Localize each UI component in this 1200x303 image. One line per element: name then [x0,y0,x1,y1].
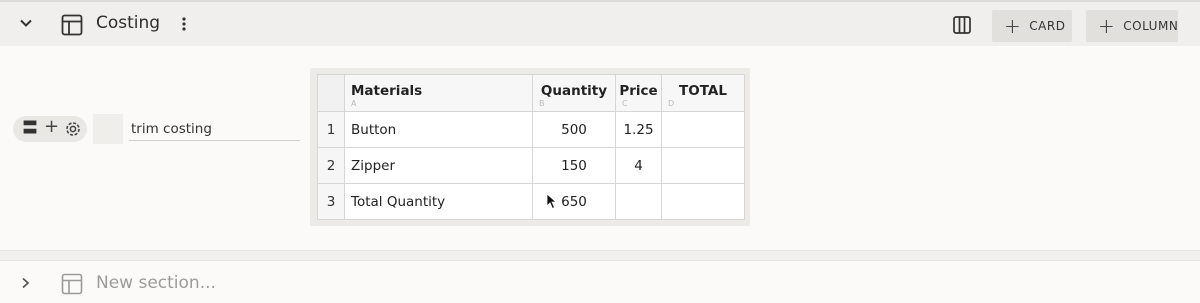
cell-a2[interactable]: Zipper [344,147,533,184]
card-toolbar: 〓 + [13,116,87,142]
column-letter: D [668,99,675,108]
column-label: Materials [351,83,423,99]
cell-b1[interactable]: 500 [532,111,616,148]
spreadsheet-card: Materials A Quantity B Price C TOTAL D 1 [310,68,750,226]
section-header: Costing + CARD + COLUMN [0,0,1200,46]
cell-c3[interactable] [615,183,662,220]
card-name-input[interactable] [129,118,300,141]
drag-handle-icon[interactable]: 〓 [22,120,38,136]
table-icon [61,273,83,295]
chevron-right-icon[interactable] [19,276,31,290]
chevron-down-icon[interactable] [18,15,34,31]
section-divider [0,250,1200,260]
cell-a3[interactable]: Total Quantity [344,183,533,220]
more-options-icon[interactable] [178,16,190,32]
column-label: Price [619,83,658,99]
cell-d2[interactable] [661,147,745,184]
add-card-label: CARD [1029,19,1066,33]
section-title[interactable]: Costing [96,13,160,33]
column-label: TOTAL [679,83,727,99]
row-number[interactable]: 1 [317,111,345,148]
add-card-button[interactable]: + CARD [992,10,1072,42]
corner-cell[interactable] [317,74,345,112]
row-number[interactable]: 2 [317,147,345,184]
column-letter: C [622,99,628,108]
cell-d3[interactable] [661,183,745,220]
cell-c1[interactable]: 1.25 [615,111,662,148]
gear-icon[interactable] [64,120,82,138]
column-header-b[interactable]: Quantity B [532,74,616,112]
column-label: Quantity [540,83,608,99]
cell-b3[interactable]: 650 [532,183,616,220]
cell-d1[interactable] [661,111,745,148]
new-section-row[interactable]: New section... [0,260,1200,303]
spreadsheet: Materials A Quantity B Price C TOTAL D 1 [317,74,745,220]
add-column-button[interactable]: + COLUMN [1086,10,1178,42]
table-row: 2 Zipper 150 4 [317,147,745,184]
cell-b2[interactable]: 150 [532,147,616,184]
plus-icon: + [1098,14,1116,38]
column-header-d[interactable]: TOTAL D [661,74,745,112]
column-header-a[interactable]: Materials A [344,74,533,112]
row-number[interactable]: 3 [317,183,345,220]
columns-icon[interactable] [952,15,972,35]
cell-a1[interactable]: Button [344,111,533,148]
new-section-placeholder[interactable]: New section... [96,273,216,293]
table-row: 1 Button 500 1.25 [317,111,745,148]
column-header-c[interactable]: Price C [615,74,662,112]
add-column-label: COLUMN [1123,19,1179,33]
plus-icon: + [1004,14,1022,38]
card-thumbnail[interactable] [93,114,123,144]
column-letter: A [351,99,357,108]
add-icon[interactable]: + [44,118,59,136]
cell-c2[interactable]: 4 [615,147,662,184]
section-content: 〓 + Materials A Quantity B Price [0,46,1200,250]
mouse-pointer-icon [546,193,558,210]
table-row: 3 Total Quantity 650 [317,183,745,220]
table-icon [61,14,83,36]
column-letter: B [539,99,545,108]
